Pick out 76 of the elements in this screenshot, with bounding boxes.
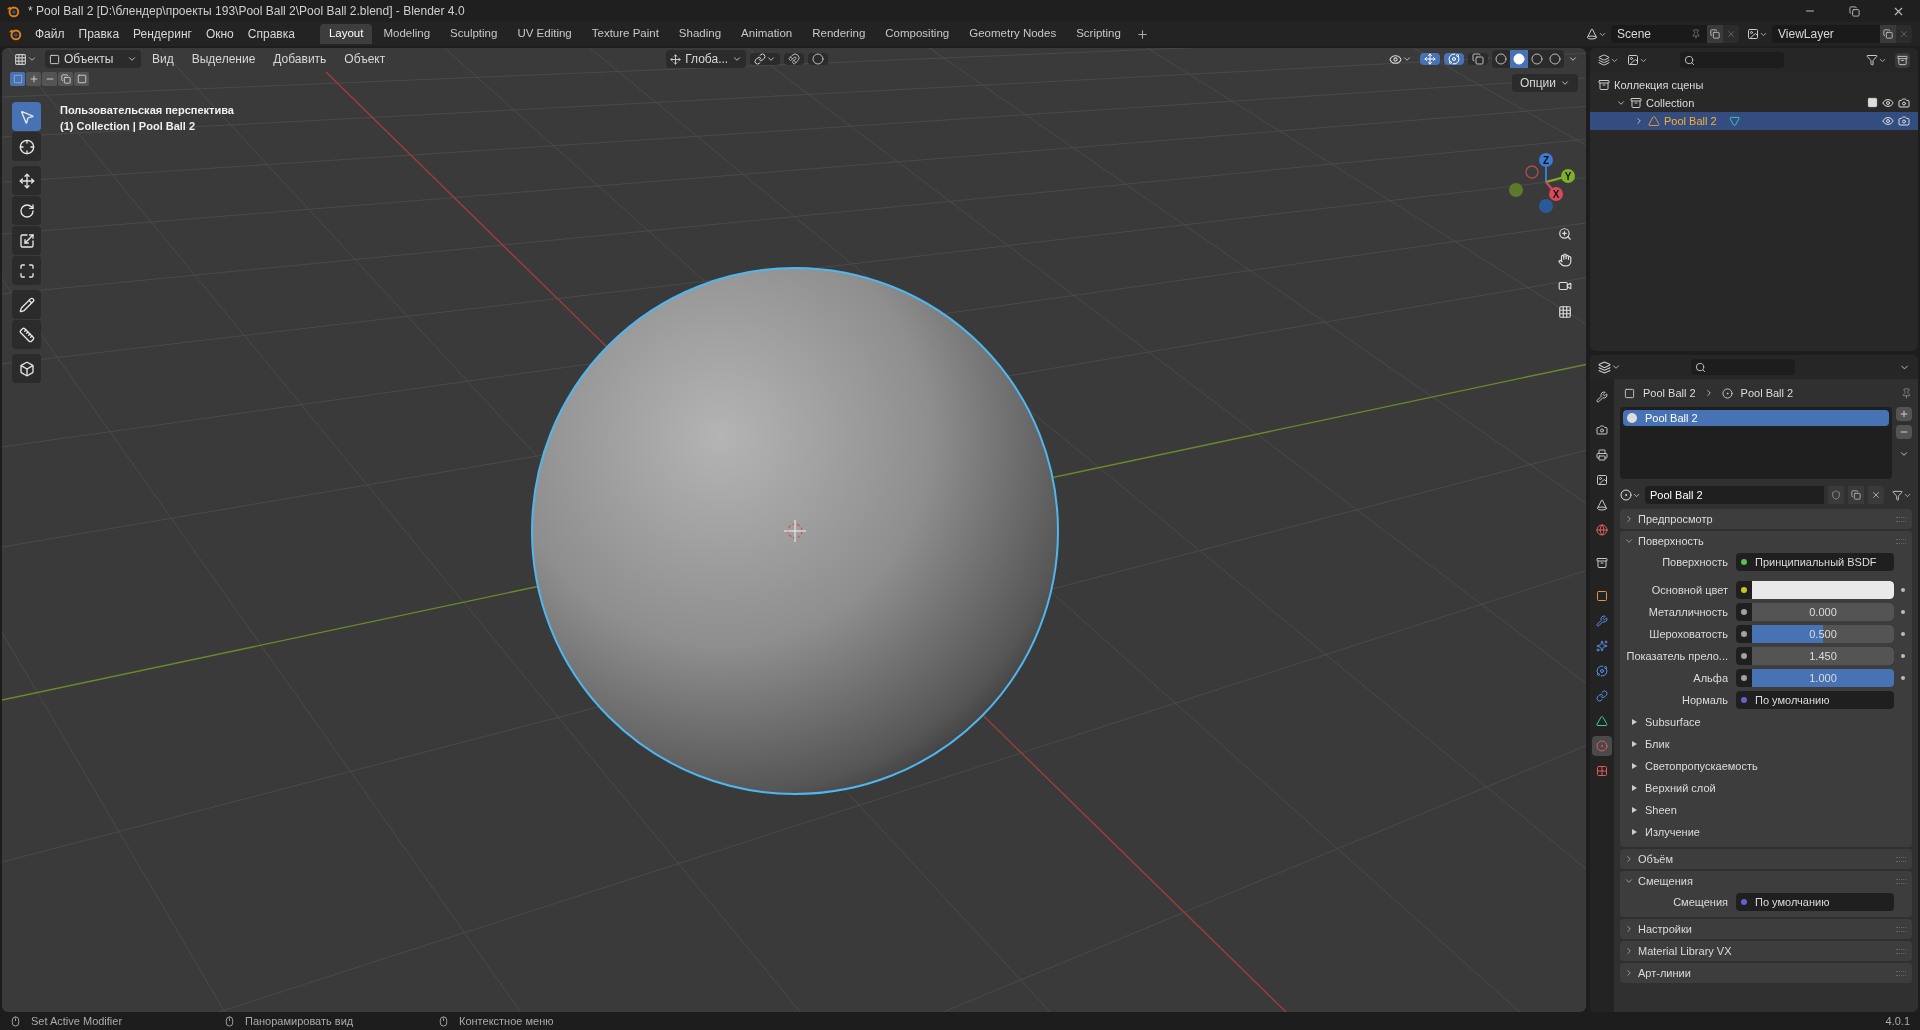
outliner-label: Коллекция сцены bbox=[1614, 77, 1704, 93]
3d-viewport[interactable]: Объекты Вид Выделение Добавить Объект Глоба... Опции Пользовательская перспектива (1) Collection | Pool Ball 2 Z Y X bbox=[2, 48, 1586, 1012]
property-label: Поверхность bbox=[1661, 554, 1729, 570]
subpanel-title[interactable]: Subsurface bbox=[1645, 713, 1701, 731]
panel-title[interactable]: Настройки bbox=[1638, 920, 1692, 938]
menu-item[interactable]: Справка bbox=[240, 25, 302, 43]
property-label: Альфа bbox=[1692, 670, 1729, 686]
socket-link-field[interactable]: Принципиальный BSDF bbox=[1736, 553, 1894, 571]
workspace-tab[interactable]: Sculpting bbox=[441, 24, 507, 44]
outliner-row[interactable]: Pool Ball 2 bbox=[1590, 112, 1918, 130]
subpanel-title[interactable]: Излучение bbox=[1645, 823, 1700, 841]
menu-item[interactable]: Файл bbox=[28, 25, 72, 43]
outliner-row[interactable]: Collection bbox=[1590, 94, 1918, 112]
viewport-menu[interactable]: Выделение bbox=[184, 50, 263, 68]
workspace-tab[interactable]: Shading bbox=[669, 24, 731, 44]
outliner-label: Collection bbox=[1646, 95, 1695, 111]
material-slot[interactable]: Pool Ball 2 bbox=[1623, 410, 1889, 426]
property-label: Основной цвет bbox=[1650, 582, 1729, 598]
workspace-tab[interactable]: Rendering bbox=[803, 24, 875, 44]
outliner-row[interactable]: Коллекция сцены bbox=[1590, 76, 1918, 94]
panel-title[interactable]: Поверхность bbox=[1638, 532, 1704, 550]
property-label: Нормаль bbox=[1681, 692, 1729, 708]
property-label: Металличность bbox=[1647, 604, 1729, 620]
socket-link-field[interactable]: По умолчанию bbox=[1736, 691, 1894, 709]
navigation-gizmo-drawing[interactable]: Z Y X bbox=[1502, 148, 1582, 218]
workspace-tab[interactable]: Layout bbox=[319, 24, 373, 44]
outliner-label: Pool Ball 2 bbox=[1664, 113, 1717, 129]
workspace-tab[interactable]: Modeling bbox=[374, 24, 440, 44]
version-label: 4.0.1 bbox=[1885, 1013, 1910, 1029]
menu-item[interactable]: Окно bbox=[198, 25, 241, 43]
material-name-field[interactable]: Pool Ball 2 bbox=[1645, 486, 1824, 504]
view-layer-field[interactable]: ViewLayer bbox=[1772, 25, 1880, 43]
property-label: Смещения bbox=[1672, 894, 1729, 910]
workspace-tab[interactable]: Compositing bbox=[876, 24, 959, 44]
property-label: Показатель прело... bbox=[1625, 648, 1729, 664]
viewport-menu[interactable]: Объект bbox=[337, 50, 393, 68]
panel-title[interactable]: Смещения bbox=[1638, 872, 1693, 890]
viewport-menu[interactable]: Добавить bbox=[266, 50, 334, 68]
window-title: * Pool Ball 2 [D:\блендер\проекты 193\Pool Ball 2\Pool Ball 2.blend] - Blender 4.0 bbox=[28, 3, 465, 20]
workspace-tab[interactable]: UV Editing bbox=[508, 24, 581, 44]
slot-label: Pool Ball 2 bbox=[1645, 410, 1698, 426]
axis-label: Y bbox=[1564, 170, 1572, 182]
subpanel-title[interactable]: Верхний слой bbox=[1645, 779, 1716, 797]
breadcrumb-item: Pool Ball 2 bbox=[1740, 385, 1794, 401]
panel-title[interactable]: Объём bbox=[1638, 850, 1674, 868]
value-slider[interactable]: 0.000 bbox=[1752, 603, 1894, 621]
value-slider[interactable]: 1.000 bbox=[1752, 669, 1894, 687]
socket-link-field[interactable]: По умолчанию bbox=[1736, 893, 1894, 911]
panel-title[interactable]: Арт-линии bbox=[1638, 964, 1691, 982]
breadcrumb-item: Pool Ball 2 bbox=[1643, 385, 1696, 401]
mode-dropdown[interactable]: Объекты bbox=[45, 50, 141, 68]
property-label: Шероховатость bbox=[1648, 626, 1729, 642]
status-hint: Панорамировать вид bbox=[245, 1013, 354, 1029]
panel-title[interactable]: Material Library VX bbox=[1638, 942, 1732, 960]
subpanel-title[interactable]: Sheen bbox=[1645, 801, 1677, 819]
workspace-tab[interactable]: Scripting bbox=[1067, 24, 1130, 44]
viewport-menu[interactable]: Вид bbox=[145, 50, 181, 68]
workspace-tab[interactable]: Texture Paint bbox=[582, 24, 668, 44]
viewport-info-text: Пользовательская перспектива bbox=[60, 103, 234, 118]
status-hint: Контекстное меню bbox=[459, 1013, 554, 1029]
status-hint: Set Active Modifier bbox=[31, 1013, 123, 1029]
menu-item[interactable]: Правка bbox=[71, 25, 127, 43]
menu-item[interactable]: Рендеринг bbox=[126, 25, 199, 43]
options-dropdown[interactable]: Опции bbox=[1511, 74, 1578, 92]
axis-label: X bbox=[1552, 188, 1560, 200]
value-slider[interactable]: 1.450 bbox=[1752, 647, 1894, 665]
orientation-dropdown[interactable]: Глоба... bbox=[666, 50, 747, 68]
subpanel-title[interactable]: Светопропускаемость bbox=[1645, 757, 1758, 775]
subpanel-title[interactable]: Блик bbox=[1645, 735, 1670, 753]
workspace-tab[interactable]: Geometry Nodes bbox=[960, 24, 1066, 44]
value-slider[interactable]: 0.500 bbox=[1752, 625, 1894, 643]
workspace-tab[interactable]: Animation bbox=[732, 24, 802, 44]
panel-title[interactable]: Предпросмотр bbox=[1638, 510, 1713, 528]
viewport-info-text: (1) Collection | Pool Ball 2 bbox=[60, 119, 197, 134]
axis-label: Z bbox=[1542, 154, 1550, 166]
material-slot-list[interactable]: Pool Ball 2 bbox=[1620, 407, 1892, 479]
